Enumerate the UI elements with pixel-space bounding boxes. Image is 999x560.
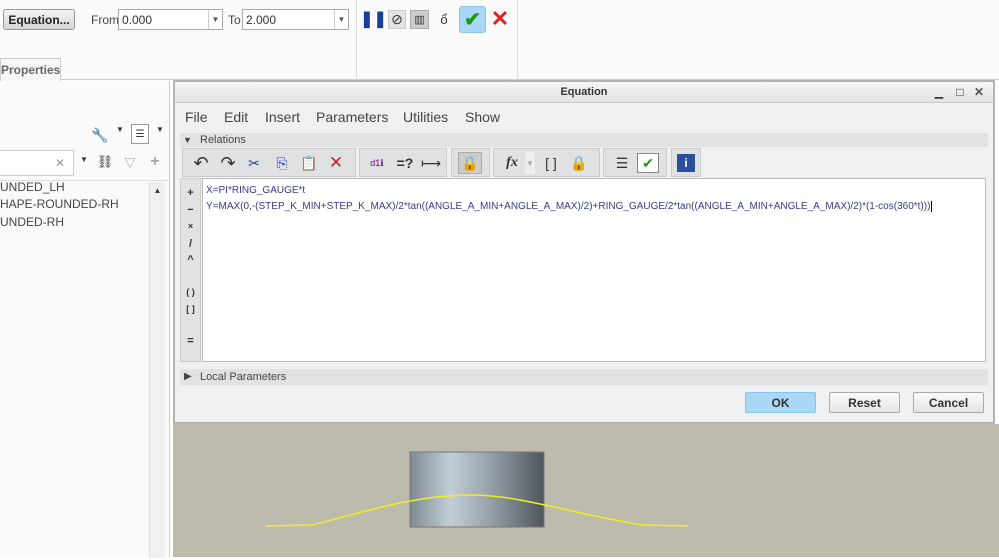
cancel-button[interactable]: Cancel (913, 392, 984, 413)
verify-icon[interactable]: ✔ (637, 153, 659, 173)
menu-utilities[interactable]: Utilities (403, 109, 448, 125)
list-settings-icon[interactable]: ☰ (131, 124, 149, 144)
filter-icon[interactable]: ▽ (121, 153, 139, 171)
divide-operator[interactable]: / (181, 238, 200, 250)
lock-parameter-icon[interactable]: 🔒 (568, 152, 590, 174)
local-parameters-label: Local Parameters (200, 371, 287, 383)
switch-dimensions-icon[interactable]: d1ℹ (365, 152, 389, 174)
clear-icon[interactable]: ✕ (55, 156, 65, 170)
minus-operator[interactable]: − (181, 204, 200, 216)
chevron-down-icon[interactable]: ▼ (156, 125, 164, 134)
brackets-icon[interactable]: [ ] (540, 152, 562, 174)
geometry-preview-icon[interactable]: ▥ (410, 10, 429, 29)
power-operator[interactable]: ^ (181, 254, 200, 266)
search-input[interactable]: ✕ (0, 150, 74, 176)
brackets-operator[interactable]: [ ] (181, 304, 200, 314)
scroll-up-icon[interactable]: ▲ (150, 182, 165, 195)
equals-operator[interactable]: = (181, 335, 200, 347)
relation-line: Y=MAX(0,-(STEP_K_MIN+STEP_K_MAX)/2*tan((… (206, 201, 933, 212)
collapse-icon: ▼ (183, 135, 192, 145)
relations-header[interactable]: ▼ Relations (180, 133, 988, 147)
glasses-icon[interactable]: ổ (432, 10, 456, 29)
chevron-down-icon[interactable]: ▼ (208, 10, 222, 29)
divider (517, 0, 518, 80)
chevron-down-icon[interactable]: ▼ (116, 125, 124, 134)
binoculars-icon[interactable]: ⛓ (96, 153, 114, 171)
undo-icon[interactable]: ↶ (190, 152, 212, 174)
dimension-icon[interactable]: ⟼ (420, 152, 442, 174)
close-icon[interactable]: ✕ (490, 6, 510, 31)
copy-icon[interactable]: ⎘ (272, 152, 292, 174)
from-label: From (91, 13, 119, 27)
from-value: 0.000 (122, 13, 153, 27)
model-tree-panel: 🔧 ▼ ☰ ▼ ✕ ▼ ⛓ ▽ + UNDED_LH HAPE-ROUNDED-… (0, 81, 170, 558)
dialog-title: Equation (175, 82, 993, 103)
cut-icon[interactable]: ✂ (245, 152, 263, 174)
menu-file[interactable]: File (185, 109, 208, 125)
operator-column: + − × / ^ ( ) [ ] = (180, 178, 201, 362)
from-input[interactable]: 0.000 ▼ (118, 9, 223, 30)
tree-item[interactable]: HAPE-ROUNDED-RH (0, 197, 119, 211)
ribbon: Equation... From 0.000 ▼ To 2.000 ▼ ❚❚ ⊘ ▥… (0, 0, 999, 81)
equation-dialog: Equation ▁ □ ✕ File Edit Insert Paramete… (173, 80, 995, 424)
minimize-icon[interactable]: ▁ (933, 85, 945, 99)
delete-icon[interactable]: ✕ (326, 152, 346, 174)
paste-icon[interactable]: 📋 (298, 152, 320, 174)
parentheses-operator[interactable]: ( ) (181, 287, 200, 297)
chevron-down-icon[interactable]: ▼ (80, 155, 88, 164)
close-icon[interactable]: ✕ (973, 85, 985, 99)
model-view (265, 451, 689, 528)
tree-item[interactable]: UNDED-RH (0, 215, 64, 229)
cylinder-body (409, 451, 545, 528)
local-parameters-header[interactable]: ▶ Local Parameters (180, 369, 988, 385)
info-icon[interactable]: i (677, 154, 695, 172)
sensitivity-icon[interactable]: 🔒 (458, 152, 482, 174)
redo-icon[interactable]: ↷ (217, 152, 239, 174)
relations-label: Relations (200, 134, 246, 146)
function-icon[interactable]: fx (501, 152, 523, 174)
menu-parameters[interactable]: Parameters (316, 109, 388, 125)
add-icon[interactable]: + (146, 153, 164, 171)
graphics-viewport[interactable] (173, 424, 999, 557)
menu-insert[interactable]: Insert (265, 109, 300, 125)
relations-editor[interactable]: X=PI*RING_GAUGE*t Y=MAX(0,-(STEP_K_MIN+S… (202, 178, 986, 362)
check-icon[interactable]: ✔ (459, 6, 486, 33)
to-value: 2.000 (246, 13, 277, 27)
expand-icon: ▶ (184, 371, 192, 382)
maximize-icon[interactable]: □ (954, 85, 966, 99)
chevron-down-icon[interactable]: ▼ (525, 152, 535, 174)
equation-button[interactable]: Equation... (3, 9, 75, 30)
chevron-down-icon[interactable]: ▼ (334, 10, 348, 29)
no-icon[interactable]: ⊘ (388, 10, 406, 29)
tools-icon[interactable]: 🔧 (89, 125, 111, 145)
reset-button[interactable]: Reset (829, 392, 900, 413)
to-label: To (228, 13, 241, 27)
evaluate-icon[interactable]: =? (394, 152, 416, 174)
to-input[interactable]: 2.000 ▼ (242, 9, 349, 30)
multiply-operator[interactable]: × (181, 221, 200, 231)
pause-icon[interactable]: ❚❚ (360, 10, 387, 28)
tree-item[interactable]: UNDED_LH (0, 180, 65, 194)
menu-edit[interactable]: Edit (224, 109, 248, 125)
menu-show[interactable]: Show (465, 109, 500, 125)
ok-button[interactable]: OK (745, 392, 816, 413)
divider (356, 0, 357, 80)
scrollbar[interactable]: ▲ (149, 182, 165, 558)
sort-relations-icon[interactable]: ☰ (610, 152, 634, 174)
tab-properties[interactable]: Properties (0, 58, 61, 81)
plus-operator[interactable]: + (181, 187, 200, 199)
relation-line: X=PI*RING_GAUGE*t (206, 185, 306, 196)
